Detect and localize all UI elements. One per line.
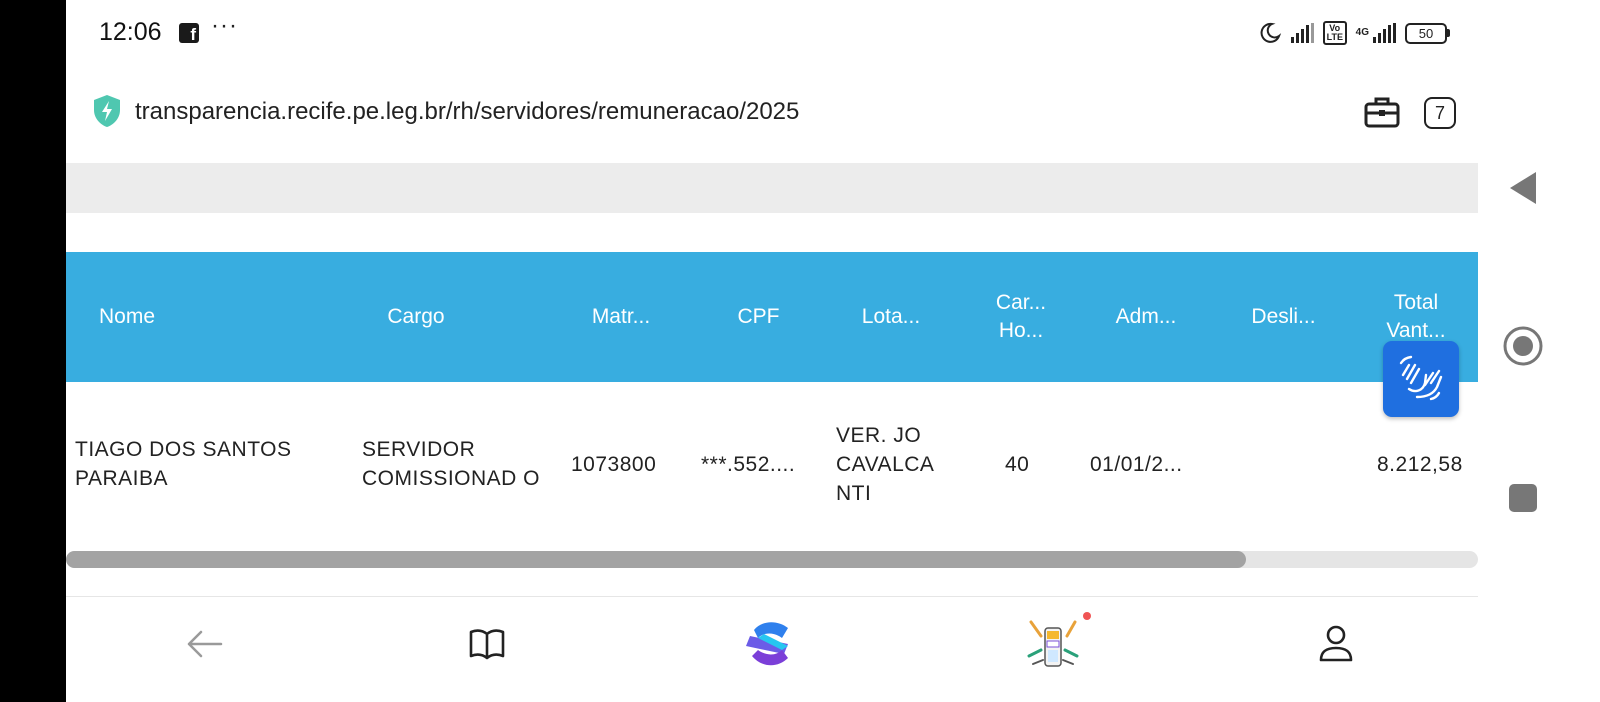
table-header: Nome Cargo Matr... CPF Lota... Car... Ho…	[66, 252, 1478, 382]
cell-carga-horaria: 40	[1005, 452, 1030, 476]
cell-cargo: SERVIDOR COMISSIONAD O	[362, 438, 541, 490]
column-header-cpf[interactable]: CPF	[706, 252, 811, 382]
signal-icon	[1290, 23, 1314, 43]
page-banner-area	[66, 163, 1478, 213]
cell-admissao: 01/01/2...	[1090, 452, 1183, 476]
column-header-admissao[interactable]: Adm...	[1091, 252, 1201, 382]
column-header-carga-horaria[interactable]: Car... Ho...	[981, 252, 1061, 382]
status-time: 12:06	[99, 18, 162, 46]
games-icon	[1027, 620, 1079, 667]
browser-bottom-nav	[66, 598, 1478, 702]
nav-games-button[interactable]	[1021, 612, 1085, 676]
shield-icon	[94, 95, 120, 127]
notification-dot	[1083, 612, 1091, 620]
cell-lotacao: VER. JO CAVALCA NTI	[836, 423, 934, 505]
status-indicators: Vo LTE 4G 50	[1258, 20, 1450, 46]
table-row[interactable]: TIAGO DOS SANTOS PARAIBA SERVIDOR COMISS…	[66, 384, 1478, 544]
cell-cpf: ***.552....	[701, 452, 796, 476]
cell-desligamento	[1236, 384, 1336, 544]
nav-back-button[interactable]	[173, 612, 237, 676]
nav-profile-button[interactable]	[1304, 612, 1368, 676]
bottom-divider	[66, 596, 1478, 597]
system-back-icon[interactable]	[1508, 170, 1538, 206]
cell-nome: TIAGO DOS SANTOS PARAIBA	[75, 438, 292, 490]
horizontal-scrollbar-thumb[interactable]	[66, 551, 1246, 568]
url-text[interactable]: transparencia.recife.pe.leg.br/rh/servid…	[135, 98, 799, 126]
briefcase-icon[interactable]	[1364, 95, 1400, 129]
volte-badge: Vo LTE	[1322, 21, 1347, 45]
book-icon	[469, 629, 505, 660]
cell-matricula: 1073800	[571, 452, 657, 476]
system-home-icon[interactable]	[1502, 325, 1544, 367]
facebook-notification-icon: f	[179, 23, 199, 43]
more-notifications-icon: ···	[211, 12, 238, 39]
signal-icon-2	[1373, 23, 1396, 43]
sign-language-accessibility-button[interactable]	[1383, 341, 1459, 417]
facebook-glyph: f	[190, 25, 196, 44]
nav-app-button[interactable]	[738, 612, 802, 676]
network-type: 4G	[1355, 27, 1369, 38]
battery-tip	[1447, 29, 1450, 37]
moon-icon	[1260, 22, 1281, 43]
system-recents-icon[interactable]	[1509, 484, 1537, 512]
tab-count-button[interactable]: 7	[1424, 97, 1456, 129]
url-bar[interactable]: transparencia.recife.pe.leg.br/rh/servid…	[66, 80, 1478, 146]
profile-icon	[1319, 625, 1353, 662]
column-header-matricula[interactable]: Matr...	[566, 252, 676, 382]
app-logo-icon	[746, 622, 788, 666]
column-header-cargo[interactable]: Cargo	[356, 252, 476, 382]
nav-bookmarks-button[interactable]	[455, 612, 519, 676]
column-header-nome[interactable]: Nome	[80, 252, 174, 382]
sign-language-hands-icon	[1399, 355, 1443, 401]
back-arrow-icon	[187, 630, 223, 658]
column-header-desligamento[interactable]: Desli...	[1231, 252, 1336, 382]
battery-level: 50	[1405, 22, 1447, 44]
left-black-edge	[0, 0, 66, 702]
battery-icon: 50	[1405, 22, 1450, 44]
status-bar: 12:06 f ··· Vo LTE 4G 50	[66, 0, 1510, 66]
column-header-lotacao[interactable]: Lota...	[836, 252, 946, 382]
system-navigation-bar	[1490, 0, 1600, 702]
horizontal-scrollbar[interactable]	[66, 551, 1478, 568]
